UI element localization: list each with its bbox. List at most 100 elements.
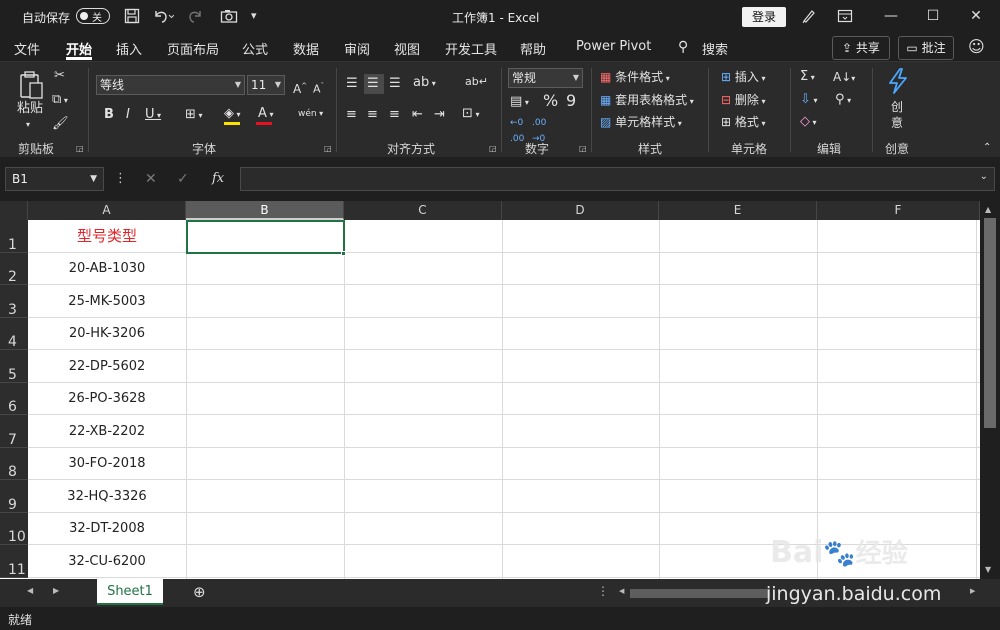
phonetic-icon[interactable]: wén ▾	[298, 106, 323, 122]
tab-developer[interactable]: 开发工具	[445, 39, 497, 58]
select-all-corner[interactable]	[0, 201, 28, 220]
table-row-cell[interactable]: 25-MK-5003	[28, 285, 186, 318]
bold-icon[interactable]: B	[104, 107, 114, 123]
paste-button[interactable]: 粘贴	[17, 101, 43, 117]
orientation-icon[interactable]: ab ▾	[413, 75, 436, 92]
align-middle-icon[interactable]: ☰	[367, 76, 379, 92]
formula-input[interactable]: ⌄	[240, 167, 995, 191]
format-cells-button[interactable]: ⊞ 格式 ▾	[721, 114, 765, 132]
worksheet-grid[interactable]: A B C D E F 1 型号类型 2 20-AB-1030 3 25-MK-5003 4…	[0, 201, 980, 579]
fill-color-icon[interactable]: ◈ ▾	[224, 106, 241, 123]
ideas-label-1[interactable]: 创	[891, 99, 903, 115]
number-format-select[interactable]: 常规 ▼	[508, 68, 583, 88]
row-header-6[interactable]: 6	[0, 383, 28, 415]
table-row-cell[interactable]: 20-HK-3206	[28, 318, 186, 350]
column-header-d[interactable]: D	[502, 201, 659, 220]
grow-font-icon[interactable]: A^	[293, 78, 307, 97]
align-bottom-icon[interactable]: ☰	[389, 76, 401, 92]
more-options-icon[interactable]: ⋮	[114, 171, 127, 186]
smiley-icon[interactable]: ☺	[968, 37, 985, 56]
customize-qat-icon[interactable]: ▾	[251, 8, 257, 24]
lightning-icon[interactable]	[886, 68, 910, 94]
fill-handle[interactable]	[341, 251, 346, 256]
align-right-icon[interactable]: ≡	[389, 107, 400, 123]
paste-dropdown-icon[interactable]: ▾	[26, 117, 30, 133]
scroll-up-icon[interactable]: ▲	[985, 205, 991, 214]
tab-data[interactable]: 数据	[293, 39, 319, 58]
increase-indent-icon[interactable]: ⇥	[434, 107, 445, 123]
alignment-launcher-icon[interactable]: ◲	[489, 144, 497, 153]
fill-icon[interactable]: ⇩ ▾	[800, 92, 817, 109]
search-icon[interactable]: ⚲	[678, 39, 688, 55]
cell-styles-button[interactable]: ▨ 单元格样式 ▾	[600, 114, 682, 132]
table-row-cell[interactable]: 32-DT-2008	[28, 513, 186, 545]
number-launcher-icon[interactable]: ◲	[579, 144, 587, 153]
autosum-icon[interactable]: Σ ▾	[800, 69, 815, 86]
merge-center-icon[interactable]: ⊡ ▾	[462, 106, 479, 123]
row-header-8[interactable]: 8	[0, 448, 28, 480]
horizontal-scroll-thumb[interactable]	[630, 589, 770, 598]
tab-formulas[interactable]: 公式	[242, 39, 268, 58]
row-header-10[interactable]: 10	[0, 513, 28, 545]
wrap-text-icon[interactable]: ab↵	[465, 74, 488, 90]
insert-function-icon[interactable]: fx	[212, 171, 224, 186]
comments-button[interactable]: ▭ 批注	[898, 36, 954, 60]
row-header-4[interactable]: 4	[0, 318, 28, 350]
scroll-right-icon[interactable]: ▶	[970, 587, 975, 595]
search-label[interactable]: 搜索	[702, 39, 728, 58]
column-header-b[interactable]: B	[186, 201, 344, 220]
tab-view[interactable]: 视图	[394, 39, 420, 58]
maximize-button[interactable]: ☐	[910, 0, 956, 33]
undo-icon[interactable]	[152, 8, 175, 27]
border-icon[interactable]: ⊞ ▾	[185, 107, 202, 124]
align-left-icon[interactable]: ≡	[346, 107, 357, 123]
ideas-label-2[interactable]: 意	[891, 115, 903, 131]
clipboard-launcher-icon[interactable]: ◲	[76, 144, 84, 153]
format-as-table-button[interactable]: ▦ 套用表格格式 ▾	[600, 92, 694, 110]
accounting-format-icon[interactable]: ▤ ▾	[510, 94, 529, 111]
scroll-down-icon[interactable]: ▼	[985, 565, 991, 574]
tab-power-pivot[interactable]: Power Pivot	[576, 39, 651, 54]
tab-home[interactable]: 开始	[66, 39, 92, 58]
column-header-c[interactable]: C	[344, 201, 502, 220]
close-button[interactable]: ✕	[953, 0, 999, 33]
row-header-11[interactable]: 11	[0, 545, 28, 578]
tab-insert[interactable]: 插入	[116, 39, 142, 58]
align-top-icon[interactable]: ☰	[346, 76, 358, 92]
row-header-5[interactable]: 5	[0, 350, 28, 383]
paste-icon[interactable]	[18, 70, 44, 100]
align-center-icon[interactable]: ≡	[367, 107, 378, 123]
sort-filter-icon[interactable]: A↓▾	[833, 69, 855, 87]
tab-split-icon[interactable]: ⋮	[597, 584, 609, 598]
table-row-cell[interactable]: 22-DP-5602	[28, 350, 186, 383]
cancel-icon[interactable]: ✕	[145, 171, 157, 187]
tab-review[interactable]: 审阅	[344, 39, 370, 58]
table-row-cell[interactable]: 20-AB-1030	[28, 253, 186, 285]
row-header-3[interactable]: 3	[0, 285, 28, 318]
table-row-cell[interactable]: 22-XB-2202	[28, 415, 186, 448]
column-header-e[interactable]: E	[659, 201, 817, 220]
comma-style-icon[interactable]: 9	[566, 93, 576, 109]
save-icon[interactable]	[124, 8, 140, 27]
camera-icon[interactable]	[220, 8, 238, 27]
font-name-select[interactable]: 等线 ▼	[96, 75, 245, 95]
percent-icon[interactable]: %	[543, 93, 558, 109]
table-row-cell[interactable]: 30-FO-2018	[28, 448, 186, 480]
row-header-7[interactable]: 7	[0, 415, 28, 448]
scroll-thumb[interactable]	[984, 218, 996, 428]
ribbon-display-icon[interactable]	[837, 8, 853, 27]
find-select-icon[interactable]: ⚲ ▾	[835, 92, 851, 109]
row-header-2[interactable]: 2	[0, 253, 28, 285]
add-sheet-icon[interactable]: ⊕	[193, 583, 206, 601]
font-launcher-icon[interactable]: ◲	[324, 144, 332, 153]
autosave-toggle[interactable]: 关	[76, 8, 110, 24]
name-box[interactable]: B1 ▼	[5, 167, 104, 191]
font-size-select[interactable]: 11 ▼	[247, 75, 285, 95]
tab-file[interactable]: 文件	[14, 39, 40, 58]
prev-sheet-icon[interactable]: ◀	[27, 586, 33, 595]
expand-formula-icon[interactable]: ⌄	[980, 171, 988, 182]
format-painter-icon[interactable]: 🖌	[52, 116, 69, 132]
vertical-scrollbar[interactable]: ▲ ▼	[980, 201, 1000, 579]
increase-decimal-icon[interactable]: ←0.00	[510, 115, 524, 147]
collapse-ribbon-icon[interactable]: ⌃	[983, 140, 991, 156]
